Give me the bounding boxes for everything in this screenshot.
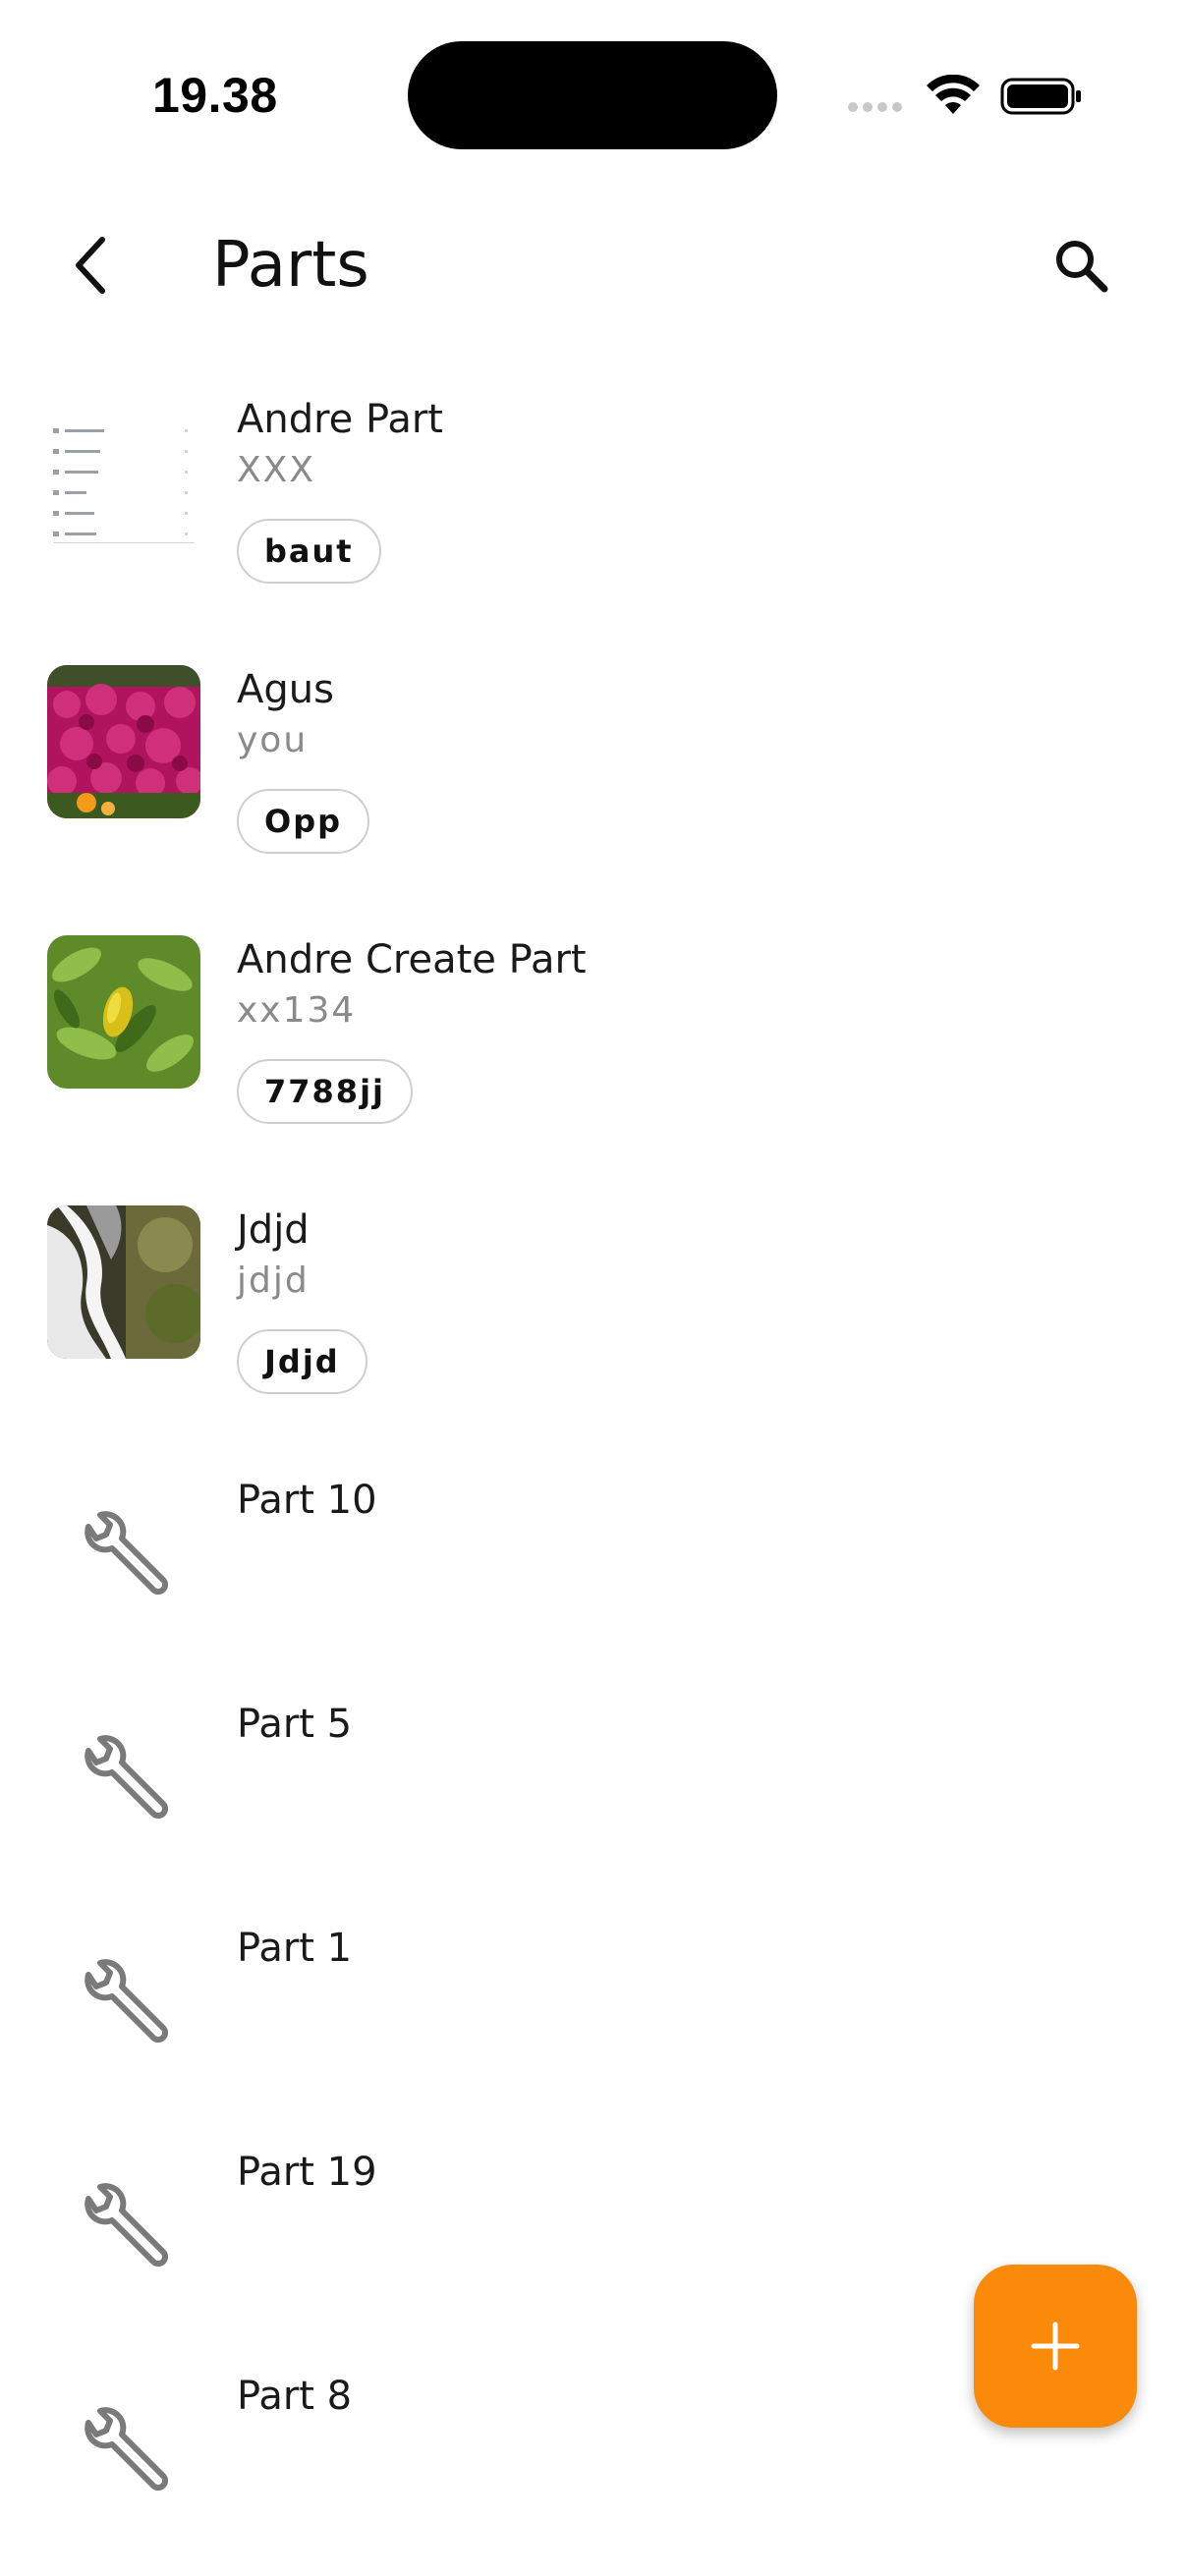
- part-number: you: [237, 720, 309, 760]
- back-button[interactable]: [51, 226, 130, 305]
- part-name: Part 1: [237, 1926, 353, 1971]
- part-tag-chip: Jdjd: [237, 1329, 367, 1394]
- wrench-icon: [85, 2407, 169, 2492]
- wrench-icon: [85, 1959, 169, 2044]
- part-list-item[interactable]: Part 5: [0, 1668, 1185, 1875]
- part-name: Part 19: [237, 2150, 377, 2195]
- plus-icon: [1031, 2322, 1080, 2371]
- status-time: 19.38: [152, 68, 278, 123]
- part-name: Part 5: [237, 1702, 353, 1747]
- part-list-item[interactable]: Jdjd jdjd Jdjd: [0, 1174, 1185, 1429]
- wrench-icon: [85, 1511, 169, 1596]
- part-thumbnail: [47, 665, 200, 818]
- part-list-item[interactable]: Andre Create Part xx134 7788jj: [0, 904, 1185, 1159]
- part-tag-chip: Opp: [237, 789, 370, 854]
- leaves-image: [47, 935, 200, 1089]
- part-name: Part 8: [237, 2374, 353, 2419]
- part-name: Agus: [237, 667, 334, 712]
- wrench-icon: [85, 1735, 169, 1820]
- part-list-item[interactable]: Part 1: [0, 1892, 1185, 2099]
- wifi-icon: [927, 75, 980, 114]
- part-thumbnail: [47, 935, 200, 1089]
- add-part-button[interactable]: [974, 2265, 1137, 2428]
- battery-icon: [1000, 78, 1081, 115]
- part-thumbnail: [47, 395, 200, 548]
- dynamic-island: [408, 41, 777, 149]
- waterfall-image: [47, 1205, 200, 1359]
- page-title: Parts: [212, 229, 369, 302]
- part-thumbnail: [47, 1205, 200, 1359]
- search-icon: [1056, 241, 1108, 293]
- part-list-item[interactable]: Andre Part XXX baut: [0, 364, 1185, 619]
- status-bar: 19.38: [0, 0, 1185, 187]
- screenshot-image: [47, 395, 200, 548]
- chevron-left-icon: [76, 237, 105, 294]
- flowers-image: [47, 665, 200, 818]
- part-name: Andre Part: [237, 397, 443, 442]
- part-list-item[interactable]: Agus you Opp: [0, 634, 1185, 889]
- top-app-bar: Parts: [0, 196, 1185, 334]
- part-name: Andre Create Part: [237, 937, 587, 982]
- part-name: Jdjd: [237, 1207, 310, 1253]
- part-number: jdjd: [237, 1260, 310, 1301]
- part-list-item[interactable]: Part 10: [0, 1444, 1185, 1651]
- signal-dots-icon: [848, 102, 902, 112]
- part-number: xx134: [237, 990, 357, 1031]
- wrench-icon: [85, 2183, 169, 2268]
- part-name: Part 10: [237, 1478, 377, 1523]
- part-tag-chip: 7788jj: [237, 1059, 413, 1124]
- part-number: XXX: [237, 450, 315, 490]
- search-button[interactable]: [1037, 226, 1125, 305]
- part-tag-chip: baut: [237, 519, 381, 584]
